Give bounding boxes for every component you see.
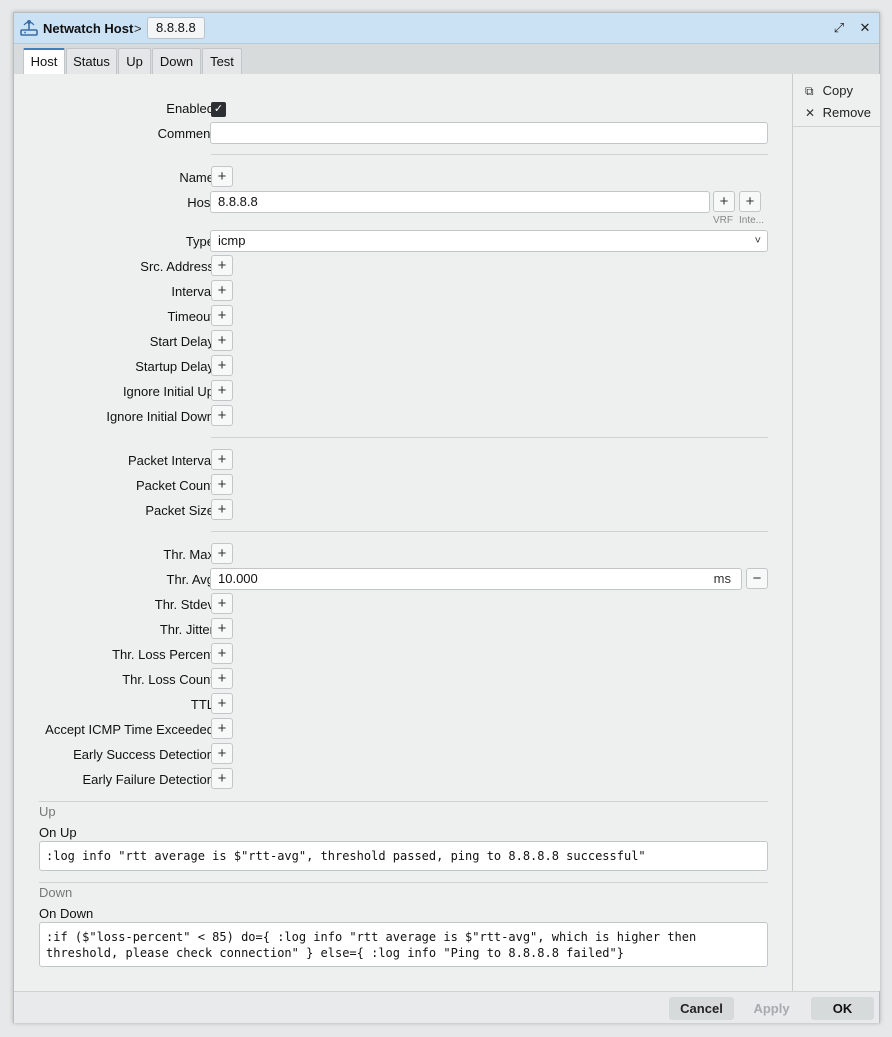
- ignore-initial-up-add-button[interactable]: +: [211, 380, 233, 401]
- src-address-label: Src. Address: [140, 259, 214, 274]
- copy-label: Copy: [822, 83, 853, 98]
- thr-avg-value: 10.000: [218, 571, 258, 586]
- host-form: Enabled ✓ Comment Name + Host 8.8.8.8 + …: [14, 74, 792, 991]
- interval-label: Interval: [171, 284, 214, 299]
- close-window-icon[interactable]: ✕: [856, 19, 874, 37]
- thr-max-label: Thr. Max: [163, 547, 214, 562]
- thr-loss-count-label: Thr. Loss Count: [122, 672, 214, 687]
- ignore-initial-down-label: Ignore Initial Down: [106, 409, 214, 424]
- tab-test[interactable]: Test: [202, 48, 242, 75]
- enabled-checkbox[interactable]: ✓: [211, 102, 226, 117]
- divider: [211, 154, 768, 155]
- comment-label: Comment: [157, 126, 214, 141]
- vrf-add-button[interactable]: +: [713, 191, 735, 212]
- title-bar[interactable]: Netwatch Host > 8.8.8.8 ⤢ ✕: [14, 13, 879, 44]
- on-up-script-field[interactable]: :log info "rtt average is $"rtt-avg", th…: [39, 841, 768, 871]
- thr-avg-label: Thr. Avg: [166, 572, 214, 587]
- divider: [39, 882, 768, 883]
- start-delay-label: Start Delay: [149, 334, 214, 349]
- copy-action[interactable]: ⧉ Copy: [805, 83, 853, 99]
- down-section-heading: Down: [39, 885, 73, 900]
- interface-add-button[interactable]: +: [739, 191, 761, 212]
- remove-label: Remove: [822, 105, 872, 120]
- dialog-footer: Cancel Apply OK: [14, 991, 879, 1023]
- divider: [211, 437, 768, 438]
- thr-loss-count-add-button[interactable]: +: [211, 668, 233, 689]
- timeout-label: Timeout: [167, 309, 214, 324]
- enabled-label: Enabled: [166, 101, 214, 116]
- host-badge: 8.8.8.8: [147, 17, 205, 39]
- window-title: Netwatch Host: [43, 21, 134, 36]
- tab-up[interactable]: Up: [118, 48, 151, 75]
- netwatch-host-window: Netwatch Host > 8.8.8.8 ⤢ ✕ Host Status …: [13, 12, 880, 1023]
- thr-max-add-button[interactable]: +: [211, 543, 233, 564]
- thr-stdev-label: Thr. Stdev: [154, 597, 214, 612]
- thr-avg-field[interactable]: 10.000 ms: [210, 568, 742, 590]
- chevron-down-icon: ˅: [754, 235, 761, 247]
- comment-field[interactable]: [210, 122, 768, 144]
- packet-interval-label: Packet Interval: [128, 453, 214, 468]
- thr-stdev-add-button[interactable]: +: [211, 593, 233, 614]
- thr-loss-percent-add-button[interactable]: +: [211, 643, 233, 664]
- packet-count-label: Packet Count: [135, 478, 214, 493]
- apply-button[interactable]: Apply: [740, 997, 803, 1020]
- start-delay-add-button[interactable]: +: [211, 330, 233, 351]
- interval-add-button[interactable]: +: [211, 280, 233, 301]
- accept-icmp-add-button[interactable]: +: [211, 718, 233, 739]
- thr-jitter-label: Thr. Jitter: [159, 622, 214, 637]
- netwatch-icon: [19, 18, 39, 38]
- interface-caption: Inte...: [739, 215, 765, 226]
- accept-icmp-label: Accept ICMP Time Exceeded: [45, 722, 214, 737]
- early-success-add-button[interactable]: +: [211, 743, 233, 764]
- packet-size-label: Packet Size: [145, 503, 214, 518]
- on-down-label: On Down: [39, 906, 94, 921]
- timeout-add-button[interactable]: +: [211, 305, 233, 326]
- remove-action[interactable]: ✕ Remove: [805, 105, 871, 120]
- ignore-initial-up-label: Ignore Initial Up: [122, 384, 214, 399]
- tab-bar: Host Status Up Down Test: [14, 44, 879, 75]
- host-field[interactable]: 8.8.8.8: [210, 191, 710, 213]
- divider: [793, 126, 880, 127]
- ignore-initial-down-add-button[interactable]: +: [211, 405, 233, 426]
- startup-delay-label: Startup Delay: [135, 359, 214, 374]
- packet-count-add-button[interactable]: +: [211, 474, 233, 495]
- thr-loss-percent-label: Thr. Loss Percent: [112, 647, 214, 662]
- copy-icon: ⧉: [805, 84, 814, 98]
- remove-icon: ✕: [805, 106, 816, 120]
- on-down-script-field[interactable]: :if ($"loss-percent" < 85) do={ :log inf…: [39, 922, 768, 967]
- tab-down[interactable]: Down: [152, 48, 201, 75]
- type-select[interactable]: icmp ˅: [210, 230, 768, 252]
- name-add-button[interactable]: +: [211, 166, 233, 187]
- tab-host[interactable]: Host: [23, 48, 65, 75]
- thr-avg-remove-button[interactable]: −: [746, 568, 768, 589]
- name-label: Name: [179, 170, 214, 185]
- ok-button[interactable]: OK: [811, 997, 874, 1020]
- up-section-heading: Up: [39, 804, 56, 819]
- src-address-add-button[interactable]: +: [211, 255, 233, 276]
- vrf-caption: VRF: [713, 215, 733, 226]
- divider: [39, 801, 768, 802]
- cancel-button[interactable]: Cancel: [669, 997, 734, 1020]
- early-failure-add-button[interactable]: +: [211, 768, 233, 789]
- packet-interval-add-button[interactable]: +: [211, 449, 233, 470]
- action-sidebar: ⧉ Copy ✕ Remove: [792, 74, 880, 991]
- ttl-add-button[interactable]: +: [211, 693, 233, 714]
- early-success-label: Early Success Detection: [73, 747, 214, 762]
- thr-avg-unit: ms: [713, 571, 731, 586]
- type-select-value: icmp: [218, 233, 246, 248]
- early-failure-label: Early Failure Detection: [82, 772, 215, 787]
- breadcrumb-separator: >: [134, 21, 142, 36]
- restore-window-icon[interactable]: ⤢: [830, 19, 848, 37]
- packet-size-add-button[interactable]: +: [211, 499, 233, 520]
- startup-delay-add-button[interactable]: +: [211, 355, 233, 376]
- thr-jitter-add-button[interactable]: +: [211, 618, 233, 639]
- on-up-label: On Up: [39, 825, 77, 840]
- tab-status[interactable]: Status: [66, 48, 117, 75]
- divider: [211, 531, 768, 532]
